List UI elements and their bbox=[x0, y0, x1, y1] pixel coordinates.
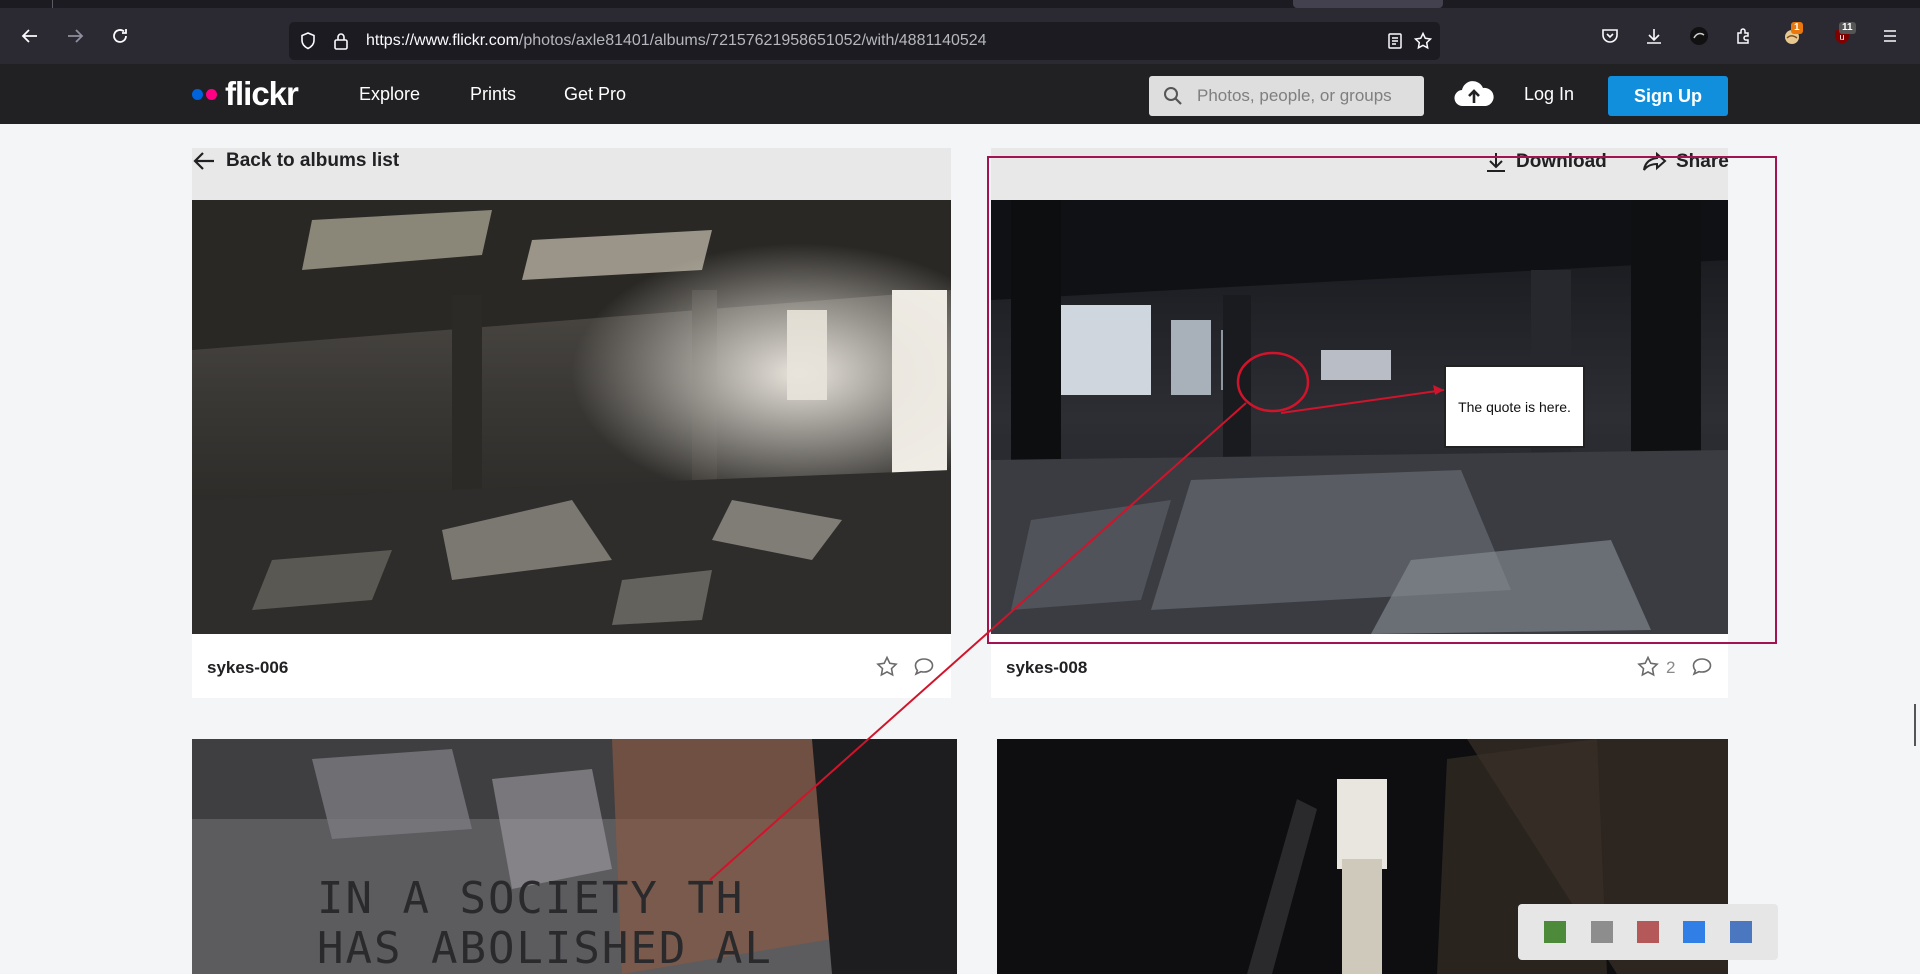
widget-icon-3[interactable] bbox=[1636, 921, 1659, 943]
signup-button[interactable]: Sign Up bbox=[1608, 76, 1728, 116]
photo-mural[interactable]: IN A SOCIETY TH HAS ABOLISHED AL bbox=[192, 739, 957, 974]
scrollbar-thumb[interactable] bbox=[1914, 704, 1916, 746]
logo-blue-dot bbox=[192, 88, 203, 100]
url-text[interactable]: https://www.flickr.com/photos/axle81401/… bbox=[366, 32, 987, 50]
comment-icon[interactable] bbox=[1690, 655, 1714, 679]
widget-icon-5[interactable] bbox=[1729, 921, 1752, 943]
mural-line-2: HAS ABOLISHED AL bbox=[317, 923, 773, 974]
back-to-albums-link[interactable]: Back to albums list bbox=[192, 150, 399, 172]
photo-title-sykes-008[interactable]: sykes-008 bbox=[1006, 658, 1087, 678]
search-input[interactable] bbox=[1197, 76, 1417, 116]
photo-sykes-006-image bbox=[192, 200, 951, 634]
login-link[interactable]: Log In bbox=[1524, 84, 1574, 105]
url-bar[interactable]: https://www.flickr.com/photos/axle81401/… bbox=[289, 22, 1440, 60]
bookmark-star-icon[interactable] bbox=[1413, 31, 1433, 51]
back-label: Back to albums list bbox=[226, 150, 400, 171]
menu-icon[interactable] bbox=[1874, 20, 1906, 52]
active-tab[interactable] bbox=[1293, 0, 1443, 8]
search-box[interactable] bbox=[1149, 76, 1424, 116]
pocket-icon[interactable] bbox=[1594, 20, 1626, 52]
floating-toolbar-widget[interactable] bbox=[1518, 904, 1778, 960]
shield-icon[interactable] bbox=[298, 31, 318, 51]
widget-icon-2[interactable] bbox=[1590, 921, 1613, 943]
fave-star-icon[interactable] bbox=[875, 655, 899, 679]
nav-get-pro[interactable]: Get Pro bbox=[564, 84, 626, 105]
back-icon[interactable] bbox=[14, 20, 46, 52]
extensions-puzzle-icon[interactable] bbox=[1728, 20, 1760, 52]
tab-separator bbox=[52, 0, 53, 8]
widget-icon-4[interactable] bbox=[1683, 921, 1706, 943]
forward-icon[interactable] bbox=[59, 20, 91, 52]
photo-sykes-006[interactable] bbox=[192, 200, 951, 634]
comment-icon[interactable] bbox=[912, 655, 936, 679]
lock-icon[interactable] bbox=[331, 31, 351, 51]
browser-toolbar: https://www.flickr.com/photos/axle81401/… bbox=[0, 8, 1920, 64]
widget-icon-1[interactable] bbox=[1544, 921, 1567, 943]
flickr-logo[interactable]: flickr bbox=[192, 75, 299, 112]
logo-text: flickr bbox=[225, 75, 299, 112]
logo-pink-dot bbox=[206, 88, 217, 100]
nav-prints[interactable]: Prints bbox=[470, 84, 516, 105]
photo-title-sykes-006[interactable]: sykes-006 bbox=[207, 658, 288, 678]
flickr-header: flickr Explore Prints Get Pro Log In Sig… bbox=[0, 64, 1920, 124]
reload-icon[interactable] bbox=[104, 20, 136, 52]
account-avatar-icon[interactable] bbox=[1683, 20, 1715, 52]
nav-explore[interactable]: Explore bbox=[359, 84, 420, 105]
fave-star-icon[interactable] bbox=[1636, 655, 1660, 679]
annotation-note: The quote is here. bbox=[1444, 365, 1585, 448]
tab-strip bbox=[0, 0, 1920, 8]
reader-view-icon[interactable] bbox=[1385, 31, 1405, 51]
mural-text: IN A SOCIETY TH HAS ABOLISHED AL bbox=[317, 874, 773, 974]
mural-line-1: IN A SOCIETY TH bbox=[317, 873, 745, 924]
fave-count: 2 bbox=[1666, 658, 1676, 677]
upload-cloud-icon[interactable] bbox=[1453, 78, 1495, 110]
search-icon bbox=[1164, 87, 1182, 105]
ublock-badge: 11 bbox=[1839, 22, 1856, 34]
downloads-icon[interactable] bbox=[1638, 20, 1670, 52]
annotation-rectangle bbox=[987, 156, 1777, 644]
arrow-left-icon bbox=[193, 152, 214, 170]
extension-badge-1: 1 bbox=[1791, 22, 1803, 34]
